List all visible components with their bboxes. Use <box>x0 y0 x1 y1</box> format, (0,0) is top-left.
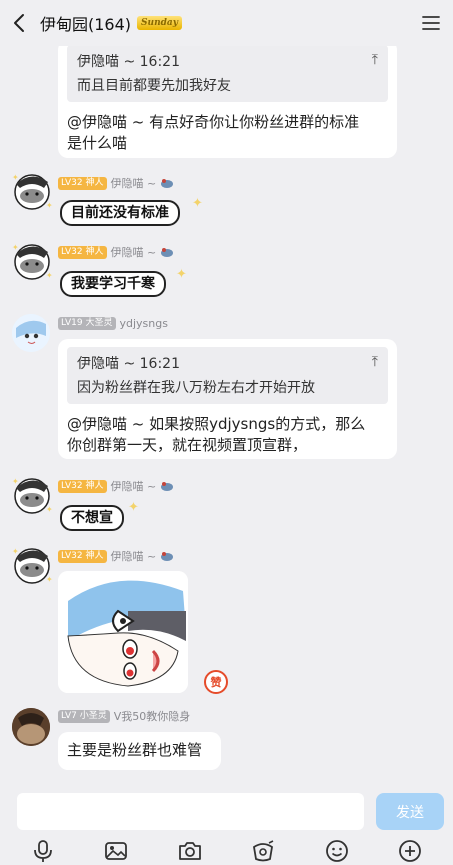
message-bubble[interactable]: 主要是粉丝群也难管 <box>58 732 221 770</box>
emoji-icon[interactable] <box>324 838 350 864</box>
quote-author-time: 伊隐喵 ~ 16:21 <box>77 54 180 70</box>
reaction-text: 赞 <box>210 676 222 689</box>
sender-meta: LV19 大圣灵 ydjysngs <box>58 316 168 330</box>
message-text: 主要是粉丝群也难管 <box>67 741 203 759</box>
quoted-message[interactable]: 伊隐喵 ~ 16:21 ⤒ 而且目前都要先加我好友 <box>67 45 388 102</box>
svg-text:✦: ✦ <box>12 243 19 252</box>
level-badge: LV7 小圣灵 <box>58 709 110 723</box>
quote-text: 而且目前都要先加我好友 <box>77 78 231 94</box>
sticker-text: 不想宣 <box>71 510 113 526</box>
level-badge: LV19 大圣灵 <box>58 316 116 330</box>
image-sticker[interactable] <box>58 571 188 693</box>
level-badge: LV32 神人 <box>58 479 107 493</box>
message-input[interactable] <box>17 793 364 830</box>
svg-text:✦: ✦ <box>46 575 53 584</box>
reaction-badge[interactable]: 赞 <box>204 670 228 694</box>
svg-text:✦: ✦ <box>46 271 53 280</box>
message-text: @伊隐喵 ~ 有点好奇你让你粉丝进群的标准 是什么喵 <box>67 112 392 154</box>
star-icon: ✦ <box>128 500 139 515</box>
level-badge: LV32 神人 <box>58 176 107 190</box>
image-icon[interactable] <box>103 838 129 864</box>
level-badge: LV32 神人 <box>58 245 107 259</box>
sender-name[interactable]: 伊隐喵 ~ <box>111 175 157 191</box>
chat-area: 伊隐喵 ~ 16:21 ⤒ 而且目前都要先加我好友 @伊隐喵 ~ 有点好奇你让你… <box>0 0 453 865</box>
avatar[interactable]: ✦✦ <box>10 472 54 516</box>
message-text: @伊隐喵 ~ 如果按照ydjysngs的方式，那么 你创群第一天，就在视频置顶宣… <box>67 414 392 456</box>
avatar[interactable]: ✦✦ <box>10 238 54 282</box>
jump-to-quote-icon[interactable]: ⤒ <box>372 354 378 370</box>
message-bubble[interactable]: 伊隐喵 ~ 16:21 ⤒ 而且目前都要先加我好友 @伊隐喵 ~ 有点好奇你让你… <box>58 40 397 158</box>
avatar[interactable]: ✦✦ <box>10 542 54 586</box>
svg-text:✦: ✦ <box>12 173 19 182</box>
message-line: @伊隐喵 ~ 有点好奇你让你粉丝进群的标准 <box>67 113 360 131</box>
star-icon: ✦ <box>176 267 187 282</box>
composer-bar: 发送 <box>0 786 453 834</box>
sender-meta: LV32 神人 伊隐喵 ~ <box>58 245 174 259</box>
message-line: 是什么喵 <box>67 134 128 152</box>
quoted-message[interactable]: 伊隐喵 ~ 16:21 ⤒ 因为粉丝群在我八万粉左右才开始开放 <box>67 347 388 404</box>
svg-text:✦: ✦ <box>12 477 19 486</box>
sender-name[interactable]: ydjysngs <box>120 317 168 330</box>
level-badge: LV32 神人 <box>58 549 107 563</box>
pet-icon <box>161 248 174 257</box>
sender-name[interactable]: 伊隐喵 ~ <box>111 478 157 494</box>
quote-author-time: 伊隐喵 ~ 16:21 <box>77 356 180 372</box>
pet-icon <box>161 179 174 188</box>
sender-meta: LV32 神人 伊隐喵 ~ <box>58 479 174 493</box>
message-line: @伊隐喵 ~ 如果按照ydjysngs的方式，那么 <box>67 415 366 433</box>
group-badge: Sunday <box>137 16 182 30</box>
svg-text:✦: ✦ <box>12 547 19 556</box>
input-toolbar <box>0 836 453 865</box>
sender-meta: LV32 神人 伊隐喵 ~ <box>58 176 174 190</box>
sticker-text: 我要学习千寒 <box>71 276 155 292</box>
sender-meta: LV32 神人 伊隐喵 ~ <box>58 549 174 563</box>
chat-header: 伊甸园(164) Sunday <box>0 0 453 46</box>
sticker-text: 目前还没有标准 <box>71 205 169 221</box>
sticker-message[interactable]: 我要学习千寒 <box>60 271 166 297</box>
menu-icon[interactable] <box>421 13 441 33</box>
send-label: 发送 <box>396 804 424 821</box>
quote-text: 因为粉丝群在我八万粉左右才开始开放 <box>77 380 315 396</box>
star-icon: ✦ <box>192 196 203 211</box>
send-button[interactable]: 发送 <box>376 793 444 830</box>
jump-to-quote-icon[interactable]: ⤒ <box>372 52 378 68</box>
sender-name[interactable]: 伊隐喵 ~ <box>111 548 157 564</box>
plus-icon[interactable] <box>397 838 423 864</box>
microphone-icon[interactable] <box>30 838 56 864</box>
message-bubble[interactable]: 伊隐喵 ~ 16:21 ⤒ 因为粉丝群在我八万粉左右才开始开放 @伊隐喵 ~ 如… <box>58 339 397 459</box>
message-line: 你创群第一天，就在视频置顶宣群， <box>67 436 308 454</box>
group-title[interactable]: 伊甸园(164) <box>40 11 131 35</box>
sender-meta: LV7 小圣灵 V我50教你隐身 <box>58 709 190 723</box>
avatar[interactable] <box>12 708 50 746</box>
sticker-message[interactable]: 目前还没有标准 <box>60 200 180 226</box>
sender-name[interactable]: V我50教你隐身 <box>114 708 191 724</box>
sender-name[interactable]: 伊隐喵 ~ <box>111 244 157 260</box>
pet-icon <box>161 482 174 491</box>
avatar[interactable]: ✦✦ <box>10 168 54 212</box>
svg-text:✦: ✦ <box>46 505 53 514</box>
pet-icon <box>161 552 174 561</box>
avatar[interactable] <box>12 314 50 352</box>
sticker-message[interactable]: 不想宣 <box>60 505 124 531</box>
red-packet-icon[interactable] <box>250 838 276 864</box>
back-arrow-icon[interactable] <box>12 12 34 34</box>
svg-text:✦: ✦ <box>46 201 53 210</box>
camera-icon[interactable] <box>177 838 203 864</box>
